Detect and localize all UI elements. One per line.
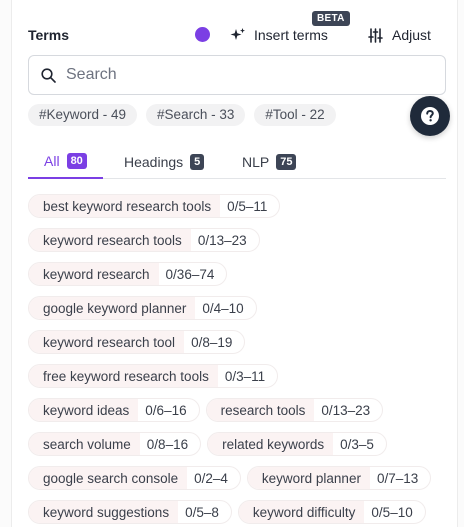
tag-tool[interactable]: #Tool - 22 bbox=[254, 104, 336, 126]
tab-nlp-label: NLP bbox=[242, 154, 270, 170]
term-chip-range: 0/13–23 bbox=[197, 232, 247, 248]
term-chip[interactable]: keyword research 0/36–74 bbox=[28, 262, 228, 286]
term-chip-label: google keyword planner bbox=[29, 297, 196, 319]
term-chip-row: keyword research tools 0/13–23 bbox=[28, 228, 448, 252]
term-chip-label: keyword research tools bbox=[29, 229, 191, 251]
tab-headings-count: 5 bbox=[190, 154, 205, 170]
term-chip[interactable]: google search console 0/2–4 bbox=[28, 466, 241, 490]
search-input[interactable] bbox=[66, 66, 396, 84]
term-chip-range: 0/5–10 bbox=[371, 504, 413, 520]
terms-header: Terms Insert terms BETA Adjust bbox=[28, 11, 448, 47]
term-chip[interactable]: keyword planner 0/7–13 bbox=[246, 466, 432, 490]
term-chip-label: search volume bbox=[29, 433, 140, 455]
tab-nlp-count: 75 bbox=[276, 154, 297, 170]
term-tabs: All 80 Headings 5 NLP 75 bbox=[28, 145, 446, 179]
term-chip-label: keyword suggestions bbox=[29, 501, 179, 523]
tab-all[interactable]: All 80 bbox=[28, 145, 103, 179]
tab-all-count: 80 bbox=[66, 153, 87, 169]
term-chip[interactable]: research tools 0/13–23 bbox=[205, 398, 384, 422]
term-chip-range: 0/8–16 bbox=[146, 436, 189, 452]
term-chip-row: keyword ideas 0/6–16 research tools 0/13–23 bbox=[28, 398, 448, 422]
tab-nlp[interactable]: NLP 75 bbox=[242, 145, 297, 179]
term-chip[interactable]: keyword research tool 0/8–19 bbox=[28, 330, 246, 354]
term-chip-label: keyword planner bbox=[247, 467, 370, 489]
term-chip-range: 0/6–16 bbox=[145, 402, 187, 418]
term-chip-label: research tools bbox=[206, 399, 315, 421]
term-chip-range: 0/5–8 bbox=[185, 504, 219, 520]
tab-all-label: All bbox=[44, 153, 60, 169]
term-chip[interactable]: search volume 0/8–16 bbox=[28, 432, 202, 456]
term-chip-label: google search console bbox=[29, 467, 188, 489]
status-dot bbox=[195, 27, 210, 42]
sliders-icon bbox=[368, 27, 383, 43]
terms-panel: Terms Insert terms BETA Adjust Search #K… bbox=[11, 0, 458, 527]
term-chip-label: related keywords bbox=[208, 433, 334, 455]
tab-headings-label: Headings bbox=[124, 154, 184, 170]
term-chip-row: best keyword research tools 0/5–11 bbox=[28, 194, 448, 218]
term-chip-range: 0/4–10 bbox=[202, 300, 244, 316]
topic-tags: #Keyword - 49 #Search - 33 #Tool - 22 bbox=[28, 104, 336, 126]
tab-headings[interactable]: Headings 5 bbox=[124, 145, 205, 179]
term-chip[interactable]: keyword difficulty 0/5–10 bbox=[237, 500, 426, 524]
terms-title: Terms bbox=[28, 27, 69, 43]
term-chip-range: 0/3–5 bbox=[340, 436, 374, 452]
term-chip-row: search volume 0/8–16 related keywords 0/3–5 bbox=[28, 432, 448, 456]
adjust-label: Adjust bbox=[392, 27, 431, 43]
term-chip-label: keyword difficulty bbox=[238, 501, 365, 523]
adjust-button[interactable]: Adjust bbox=[368, 25, 431, 45]
term-chip-range: 0/5–11 bbox=[227, 198, 268, 214]
term-chip-row: google keyword planner 0/4–10 bbox=[28, 296, 448, 320]
term-chip-label: keyword ideas bbox=[29, 399, 139, 421]
term-chip-row: keyword suggestions 0/5–8 keyword difficul… bbox=[28, 500, 448, 524]
term-chip-row: google search console 0/2–4 keyword planne… bbox=[28, 466, 448, 490]
term-chip-list: best keyword research tools 0/5–11 keyword… bbox=[28, 194, 448, 527]
search-box[interactable] bbox=[28, 55, 446, 95]
term-chip-label: free keyword research tools bbox=[29, 365, 218, 387]
term-chip-range: 0/2–4 bbox=[194, 470, 228, 486]
sparkle-icon bbox=[230, 28, 245, 40]
term-chip-label: keyword research bbox=[29, 263, 159, 285]
term-chip[interactable]: keyword ideas 0/6–16 bbox=[28, 398, 200, 422]
term-chip[interactable]: keyword research tools 0/13–23 bbox=[28, 228, 260, 252]
tag-search[interactable]: #Search - 33 bbox=[146, 104, 246, 126]
term-chip-range: 0/3–11 bbox=[224, 368, 266, 384]
term-chip-label: keyword research tool bbox=[29, 331, 185, 353]
term-chip-label: best keyword research tools bbox=[29, 195, 221, 217]
term-chip[interactable]: free keyword research tools 0/3–11 bbox=[28, 364, 279, 388]
search-icon bbox=[41, 67, 56, 83]
term-chip-row: free keyword research tools 0/3–11 bbox=[28, 364, 448, 388]
insert-terms-button[interactable]: Insert terms bbox=[230, 25, 328, 45]
insert-terms-label: Insert terms bbox=[254, 27, 328, 43]
beta-badge: BETA bbox=[312, 11, 350, 26]
term-chip-range: 0/7–13 bbox=[376, 470, 419, 486]
help-button[interactable] bbox=[410, 96, 450, 136]
term-chip[interactable]: keyword suggestions 0/5–8 bbox=[28, 500, 232, 524]
tag-keyword[interactable]: #Keyword - 49 bbox=[28, 104, 138, 126]
term-chip-row: keyword research tool 0/8–19 bbox=[28, 330, 448, 354]
question-icon bbox=[421, 107, 439, 125]
term-chip-row: keyword research 0/36–74 bbox=[28, 262, 448, 286]
term-chip-range: 0/13–23 bbox=[321, 402, 371, 418]
term-chip-range: 0/8–19 bbox=[191, 334, 233, 350]
term-chip[interactable]: google keyword planner 0/4–10 bbox=[28, 296, 257, 320]
term-chip-range: 0/36–74 bbox=[165, 266, 215, 282]
term-chip[interactable]: best keyword research tools 0/5–11 bbox=[28, 194, 281, 218]
term-chip[interactable]: related keywords 0/3–5 bbox=[207, 432, 387, 456]
